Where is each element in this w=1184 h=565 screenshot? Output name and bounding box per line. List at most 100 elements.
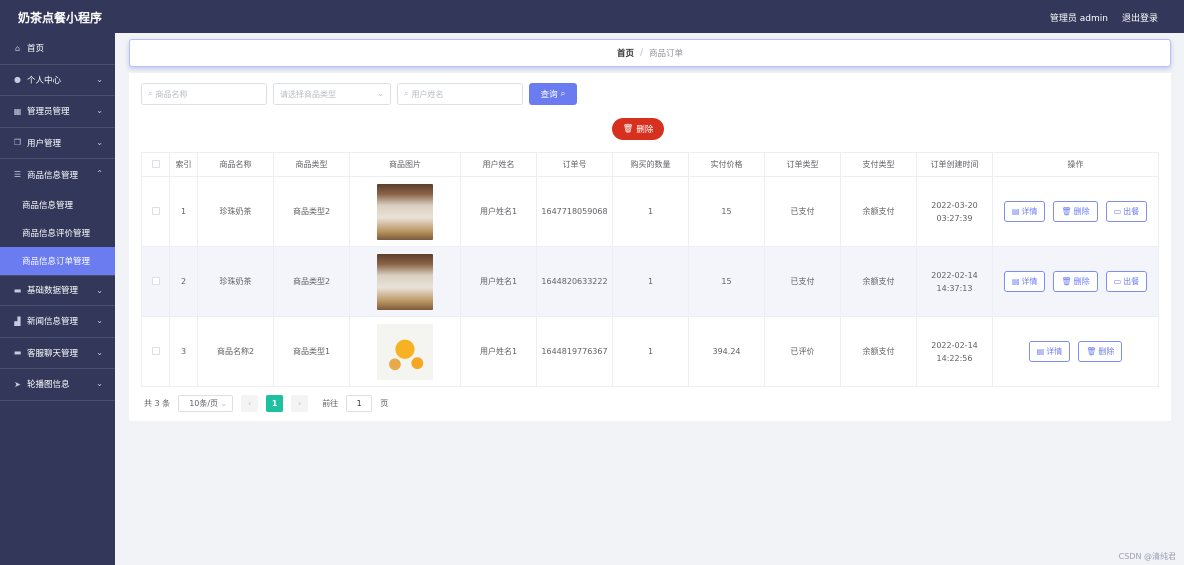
created-time-text: 2022-02-14 14:22:56	[931, 340, 978, 363]
cell-user-name: 用户姓名1	[460, 246, 537, 317]
chevron-down-icon: ⌄	[96, 379, 103, 388]
sidebar-subitem-goods-order[interactable]: 商品信息订单管理	[0, 246, 115, 275]
cell-actions: ▤ 详情 🗑 删除 ▭ 出餐	[992, 246, 1159, 317]
table-row: 1 珍珠奶茶 商品类型2 用户姓名1 1647718059068 1 15 已支…	[141, 176, 1159, 247]
column-header: 用户姓名	[460, 152, 537, 177]
chevron-down-icon: ⌄	[96, 316, 103, 325]
cell-quantity: 1	[612, 246, 689, 317]
breadcrumb-separator: /	[640, 48, 643, 58]
delete-button[interactable]: 🗑 删除	[1053, 271, 1098, 292]
cell-goods-type: 商品类型2	[273, 246, 350, 317]
cell-goods-image	[349, 316, 461, 387]
sidebar-item-personal[interactable]: ● 个人中心 ⌄	[0, 65, 115, 96]
prev-page-button[interactable]: ‹	[241, 395, 259, 412]
select-all-checkbox[interactable]	[151, 159, 160, 168]
search-bar: ⌕ 商品名称 请选择商品类型 ⌄ ⌕ 用户姓名 查询 ⌕	[141, 83, 577, 105]
delete-button[interactable]: 🗑 删除	[1078, 341, 1123, 362]
table-header-row: 索引 商品名称 商品类型 商品图片 用户姓名 订单号 购买的数量 实付价格 订单…	[141, 152, 1159, 177]
sidebar-item-users[interactable]: ❐ 用户管理 ⌄	[0, 128, 115, 159]
column-header: 商品类型	[273, 152, 350, 177]
goods-name-placeholder: 商品名称	[155, 89, 188, 99]
copy-icon: ❐	[13, 138, 22, 148]
row-checkbox[interactable]	[151, 206, 160, 215]
user-name-input[interactable]: ⌕ 用户姓名	[397, 83, 523, 105]
goods-type-select[interactable]: 请选择商品类型 ⌄	[273, 83, 391, 105]
sidebar-item-label: 客服聊天管理	[27, 348, 79, 359]
cell-order-no: 1644819776367	[536, 316, 613, 387]
table-row: 2 珍珠奶茶 商品类型2 用户姓名1 1644820633222 1 15 已支…	[141, 246, 1159, 317]
chevron-up-icon: ⌃	[96, 169, 103, 178]
cell-goods-image	[349, 246, 461, 317]
sidebar-item-label: 轮播图信息	[27, 380, 70, 391]
cell-goods-name: 珍珠奶茶	[197, 176, 274, 247]
detail-button[interactable]: ▤ 详情	[1003, 271, 1046, 292]
sidebar-item-news[interactable]: ▟ 新闻信息管理 ⌄	[0, 306, 115, 338]
select-all-checkbox-cell[interactable]	[141, 152, 170, 177]
chart-icon: ▟	[14, 316, 21, 326]
cell-index: 2	[169, 246, 198, 317]
logout-link[interactable]: 退出登录	[1122, 11, 1158, 24]
row-checkbox[interactable]	[151, 346, 160, 355]
sidebar-item-goods[interactable]: ☰ 商品信息管理 ⌃	[0, 159, 115, 191]
cell-user-name: 用户姓名1	[460, 316, 537, 387]
batch-delete-button[interactable]: 🗑 删除	[612, 118, 664, 140]
next-page-button[interactable]: ›	[291, 395, 309, 412]
row-checkbox-cell[interactable]	[141, 316, 170, 387]
sidebar-item-chat[interactable]: ▬ 客服聊天管理 ⌄	[0, 338, 115, 369]
cell-pay-type: 余额支付	[840, 176, 917, 247]
column-header: 购买的数量	[612, 152, 689, 177]
chevron-down-icon: ⌄	[96, 137, 103, 147]
serve-button-label: 出餐	[1123, 277, 1140, 286]
cell-order-type: 已评价	[764, 316, 841, 387]
document-icon: ▤	[1011, 277, 1020, 286]
cell-created-time: 2022-03-20 03:27:39	[916, 176, 993, 247]
query-button[interactable]: 查询 ⌕	[529, 83, 577, 105]
cell-goods-image	[349, 176, 461, 247]
sidebar-subitem-goods-review[interactable]: 商品信息评价管理	[0, 219, 115, 247]
cell-index: 3	[169, 316, 198, 387]
serve-button[interactable]: ▭ 出餐	[1105, 271, 1148, 292]
sidebar-subitem-goods[interactable]: 商品信息管理	[0, 191, 115, 219]
serve-button[interactable]: ▭ 出餐	[1105, 201, 1148, 222]
sidebar-item-label: 管理员管理	[27, 107, 70, 118]
cell-created-time: 2022-02-14 14:37:13	[916, 246, 993, 317]
column-header: 实付价格	[688, 152, 765, 177]
detail-button[interactable]: ▤ 详情	[1003, 201, 1046, 222]
book-icon: ▭	[1113, 277, 1122, 286]
admin-label: 管理员 admin	[1049, 14, 1108, 24]
total-count: 共 3 条	[144, 399, 171, 408]
sidebar-subitem-label: 商品信息评价管理	[22, 228, 91, 239]
sidebar-subitem-label: 商品信息管理	[22, 200, 74, 211]
sidebar-item-admin[interactable]: ▦ 管理员管理 ⌄	[0, 96, 115, 128]
detail-button[interactable]: ▤ 详情	[1028, 341, 1071, 362]
row-checkbox-cell[interactable]	[141, 246, 170, 317]
sidebar-item-label: 用户管理	[27, 138, 62, 149]
column-header: 支付类型	[840, 152, 917, 177]
orange-juice-image	[377, 323, 433, 380]
chevron-down-icon: ⌄	[96, 106, 103, 115]
top-right-actions: 管理员 admin 退出登录	[1050, 11, 1158, 24]
goto-page-input[interactable]: 1	[346, 395, 373, 412]
sidebar-item-home[interactable]: ⌂ 首页	[0, 33, 115, 65]
page-size-select[interactable]: 10条/页 ⌄	[178, 395, 234, 412]
row-checkbox-cell[interactable]	[141, 176, 170, 247]
pagination: 共 3 条 10条/页 ⌄ ‹ 1 › 前往 1 页	[144, 395, 388, 412]
trash-icon: 🗑	[1086, 347, 1097, 356]
delete-button[interactable]: 🗑 删除	[1053, 201, 1098, 222]
goods-name-input[interactable]: ⌕ 商品名称	[141, 83, 267, 105]
document-icon: ▤	[1011, 207, 1020, 216]
delete-button-label: 删除	[1098, 347, 1115, 356]
app-title: 奶茶点餐小程序	[18, 11, 103, 25]
sidebar-item-basic-data[interactable]: ▬ 基础数据管理 ⌄	[0, 274, 115, 306]
cell-quantity: 1	[612, 176, 689, 247]
column-header: 索引	[169, 152, 198, 177]
cell-pay-type: 余额支付	[840, 316, 917, 387]
breadcrumb-current: 商品订单	[648, 49, 683, 59]
breadcrumb-home[interactable]: 首页	[617, 47, 634, 59]
page-number-button[interactable]: 1	[266, 395, 284, 412]
sidebar-item-label: 首页	[27, 44, 45, 55]
sidebar-item-carousel[interactable]: ➤ 轮播图信息 ⌄	[0, 369, 115, 401]
breadcrumb: 首页 / 商品订单	[129, 39, 1171, 67]
row-checkbox[interactable]	[151, 276, 160, 285]
column-header: 订单号	[536, 152, 613, 177]
